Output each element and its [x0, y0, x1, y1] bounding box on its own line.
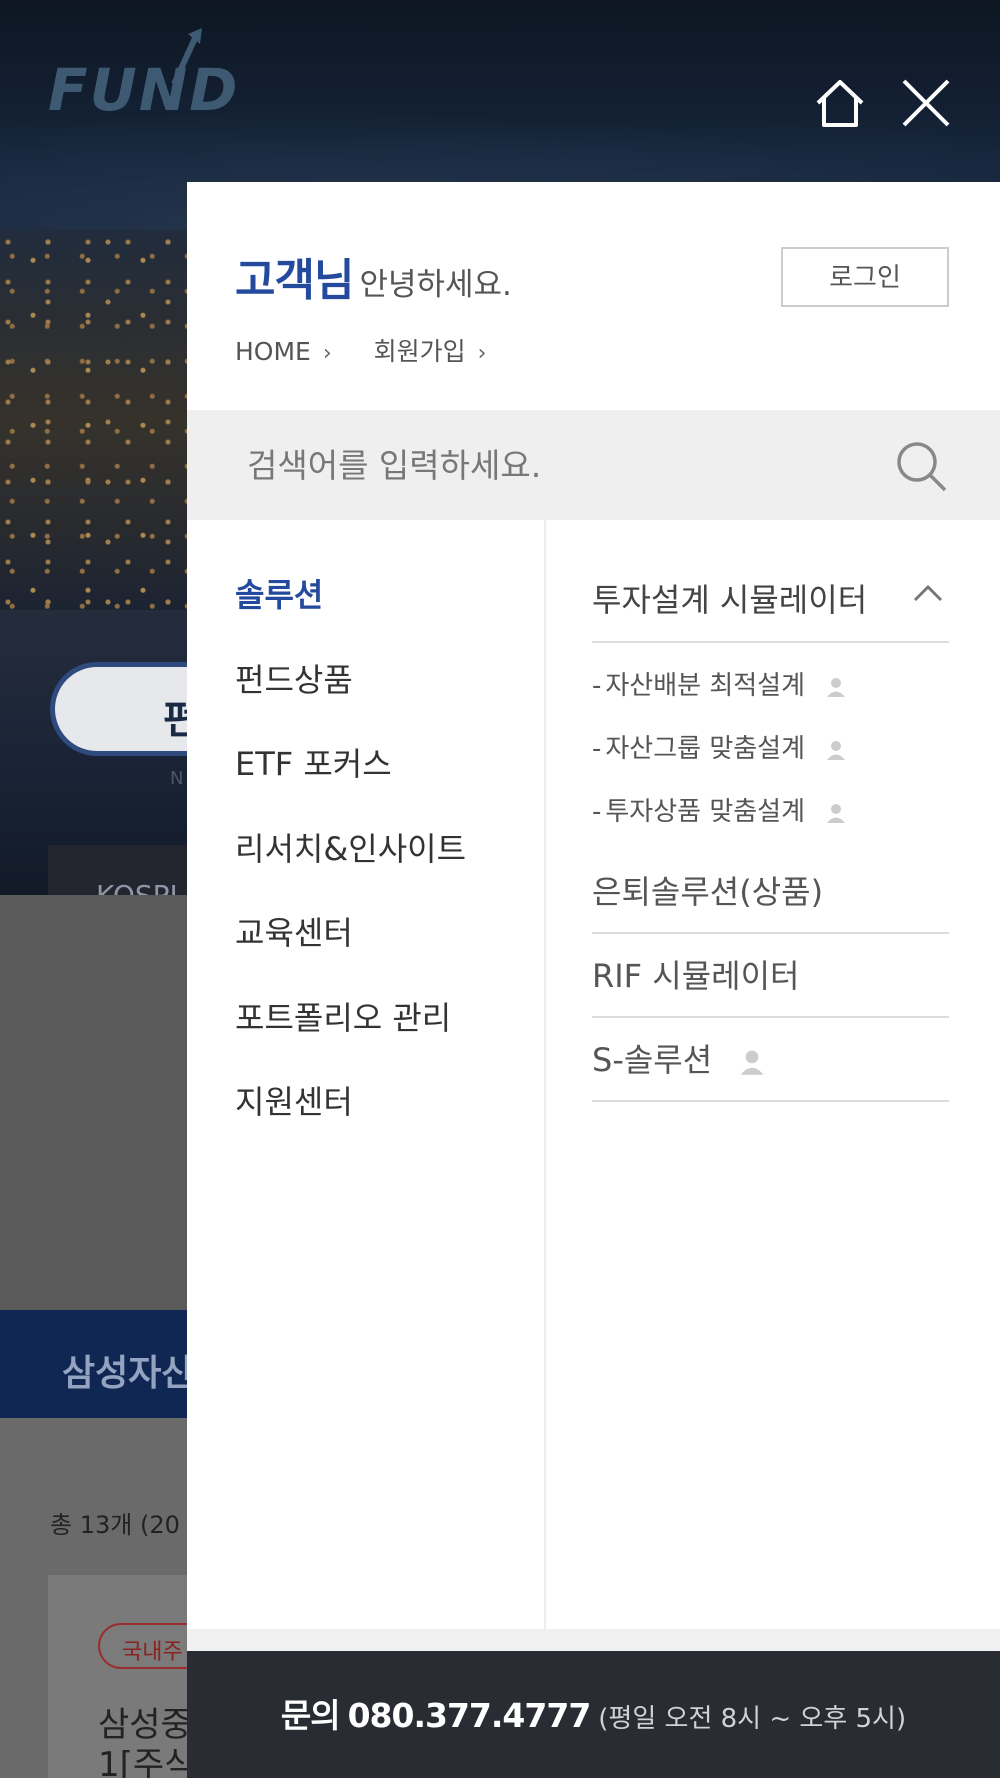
submenu-item-rif-simulator[interactable]: RIF 시뮬레이터 [592, 934, 949, 1018]
submenu-item-retirement[interactable]: 은퇴솔루션(상품) [592, 850, 949, 934]
menu-item-solution[interactable]: 솔루션 [235, 575, 466, 660]
home-icon [816, 80, 864, 127]
menu-item-research[interactable]: 리서치&인사이트 [235, 829, 466, 914]
hero-small-text: N [170, 768, 184, 789]
menu-item-education[interactable]: 교육센터 [235, 913, 466, 998]
total-count: 총 13개 (20 [50, 1511, 180, 1539]
site-logo: FUND [48, 28, 239, 124]
submenu-children: - 자산배분 최적설계 - 자산그룹 맞춤설계 - 투자상품 맞춤설계 [592, 643, 949, 850]
chevron-right-icon: › [322, 341, 332, 366]
breadcrumb-signup[interactable]: 회원가입 › [374, 332, 487, 368]
contact-hours: (평일 오전 8시 ~ 오후 5시) [598, 1704, 907, 1734]
chevron-right-icon: › [477, 341, 487, 366]
search-bar [187, 410, 1000, 520]
person-icon [827, 740, 846, 760]
menu-item-support[interactable]: 지원센터 [235, 1082, 466, 1167]
breadcrumb: HOME › 회원가입 › [235, 332, 520, 368]
submenu-child-asset-group[interactable]: - 자산그룹 맞춤설계 [592, 718, 949, 781]
contact-phone[interactable]: 080.377.4777 [348, 1696, 592, 1735]
person-icon [827, 803, 846, 823]
login-button[interactable]: 로그인 [781, 247, 949, 307]
close-icon [902, 79, 950, 127]
breadcrumb-home[interactable]: HOME › [235, 337, 332, 366]
person-icon [740, 1050, 764, 1075]
submenu-item-s-solution[interactable]: S-솔루션 [592, 1018, 949, 1102]
submenu: 투자설계 시뮬레이터 - 자산배분 최적설계 - 자산그룹 맞춤설계 - 투자상품 맞… [592, 520, 949, 1102]
person-icon [827, 677, 846, 697]
close-button[interactable] [898, 75, 954, 131]
submenu-child-asset-allocation[interactable]: - 자산배분 최적설계 [592, 655, 949, 718]
menu-item-fund-products[interactable]: 펀드상품 [235, 660, 466, 745]
submenu-child-investment-product[interactable]: - 투자상품 맞춤설계 [592, 781, 949, 844]
menu-item-portfolio[interactable]: 포트폴리오 관리 [235, 998, 466, 1083]
home-button[interactable] [812, 75, 868, 131]
user-name: 고객님 [235, 255, 354, 306]
search-input[interactable] [245, 430, 865, 500]
greeting-message: 안녕하세요. [359, 267, 512, 303]
chevron-up-icon [913, 584, 943, 602]
main-menu: 솔루션 펀드상품 ETF 포커스 리서치&인사이트 교육센터 포트폴리오 관리 … [235, 575, 466, 1167]
submenu-header[interactable]: 투자설계 시뮬레이터 [592, 520, 949, 643]
search-icon[interactable] [893, 438, 949, 494]
fund-card-title: 삼성중 1[주식 [98, 1705, 196, 1778]
contact-label: 문의 [280, 1696, 341, 1735]
logo-arrow-icon [171, 28, 202, 86]
menu-item-etf-focus[interactable]: ETF 포커스 [235, 744, 466, 829]
contact-footer: 문의 080.377.4777 (평일 오전 8시 ~ 오후 5시) [187, 1651, 1000, 1778]
menu-drawer: 고객님안녕하세요. 로그인 HOME› 회원가입› 솔루션 펀드상품 ETF 포… [187, 182, 1000, 1778]
greeting: 고객님 안녕하세요. [235, 244, 512, 308]
